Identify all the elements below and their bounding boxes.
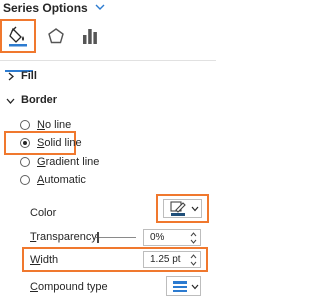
transparency-value: 0% (150, 232, 165, 243)
tab-fill-line[interactable] (0, 19, 36, 53)
compound-type-button[interactable] (166, 276, 201, 296)
transparency-slider-thumb[interactable] (97, 232, 99, 243)
tab-series-options[interactable] (72, 19, 108, 53)
compound-lines-icon (173, 281, 187, 292)
tab-bar (0, 18, 216, 72)
spinner-icon[interactable] (190, 231, 197, 245)
chevron-down-icon[interactable] (94, 2, 106, 12)
transparency-input[interactable]: 0% (143, 229, 201, 246)
radio-label: Solid line (37, 137, 82, 149)
transparency-slider-track[interactable] (96, 237, 136, 238)
chevron-right-icon (8, 72, 14, 81)
bar-chart-icon (83, 29, 97, 44)
width-input[interactable]: 1.25 pt (143, 251, 201, 268)
color-label: Color (30, 207, 57, 219)
pane-title: Series Options (3, 1, 88, 15)
transparency-label: Transparency (30, 231, 97, 243)
radio-gradient-line[interactable]: Gradient line (0, 154, 216, 172)
radio-label: Gradient line (37, 156, 100, 168)
chevron-down-icon (191, 206, 199, 212)
width-label: Width (30, 254, 59, 266)
border-section-header[interactable]: Border (0, 92, 216, 110)
radio-label: No line (37, 119, 72, 131)
compound-type-label: Compound type (30, 281, 108, 293)
fill-label: Fill (21, 70, 37, 82)
radio-button[interactable] (20, 157, 30, 167)
chevron-down-icon (6, 98, 15, 104)
border-label: Border (21, 94, 58, 106)
tab-effects[interactable] (38, 19, 74, 53)
divider (0, 60, 216, 61)
spinner-icon[interactable] (190, 253, 197, 267)
radio-automatic[interactable]: Automatic (0, 172, 216, 190)
radio-solid-line[interactable]: Solid line (0, 135, 216, 153)
pen-color-icon (170, 201, 186, 216)
pane-header: Series Options (0, 0, 216, 16)
radio-button[interactable] (20, 120, 30, 130)
paint-bucket-icon (9, 26, 27, 47)
color-picker-button[interactable] (163, 199, 202, 218)
radio-button[interactable] (20, 175, 30, 185)
radio-label: Automatic (37, 174, 86, 186)
radio-button-selected[interactable] (20, 138, 30, 148)
fill-section-header[interactable]: Fill (0, 68, 216, 86)
width-value: 1.25 pt (150, 254, 181, 265)
chevron-down-icon (191, 284, 199, 290)
pentagon-icon (48, 28, 64, 44)
